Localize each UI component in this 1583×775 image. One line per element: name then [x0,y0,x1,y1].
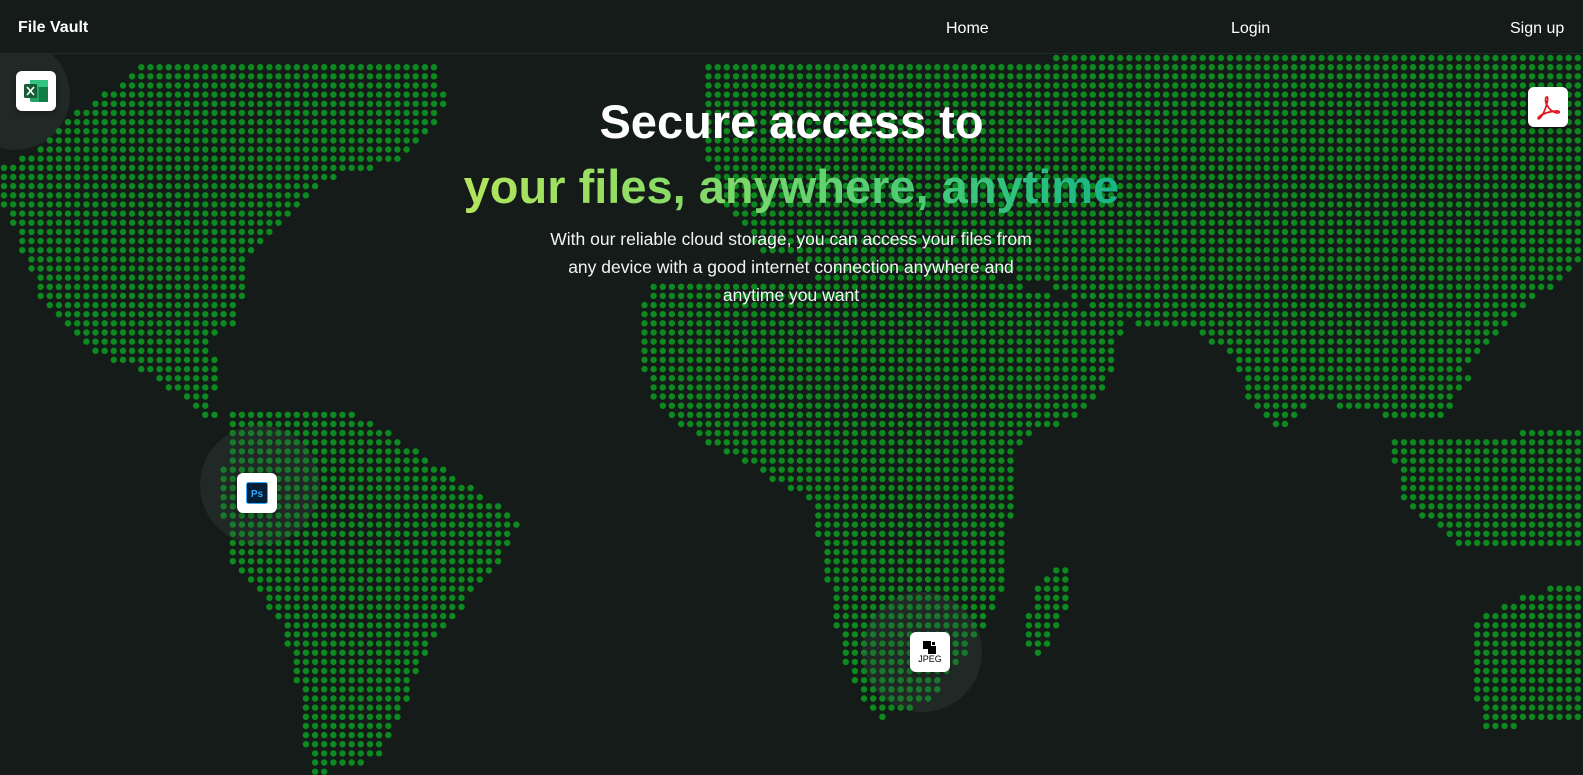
navbar: File Vault Home Login Sign up [0,0,1583,54]
hero-title-line2: your files, anywhere, anytime [0,157,1583,217]
jpeg-label: JPEG [918,653,942,664]
hero-section: File Vault Home Login Sign up Secure acc… [0,0,1583,775]
pdf-icon [1528,87,1568,127]
jpeg-icon: JPEG [910,632,950,672]
excel-icon [16,71,56,111]
photoshop-label: Ps [251,489,264,500]
brand-logo[interactable]: File Vault [18,19,88,37]
excel-glyph [24,80,48,102]
photoshop-glyph: Ps [246,482,268,504]
photoshop-icon: Ps [237,473,277,513]
acrobat-glyph [1537,96,1561,120]
hero-description: With our reliable cloud storage, you can… [550,229,1032,305]
hero-title-gradient: your files, anywhere, anytime [463,160,1120,213]
nav-login-link[interactable]: Login [1231,20,1270,38]
nav-home-link[interactable]: Home [946,20,989,38]
nav-signup-link[interactable]: Sign up [1510,20,1564,38]
jpeg-glyph [923,640,936,654]
hero-title-line1: Secure access to [599,95,984,148]
